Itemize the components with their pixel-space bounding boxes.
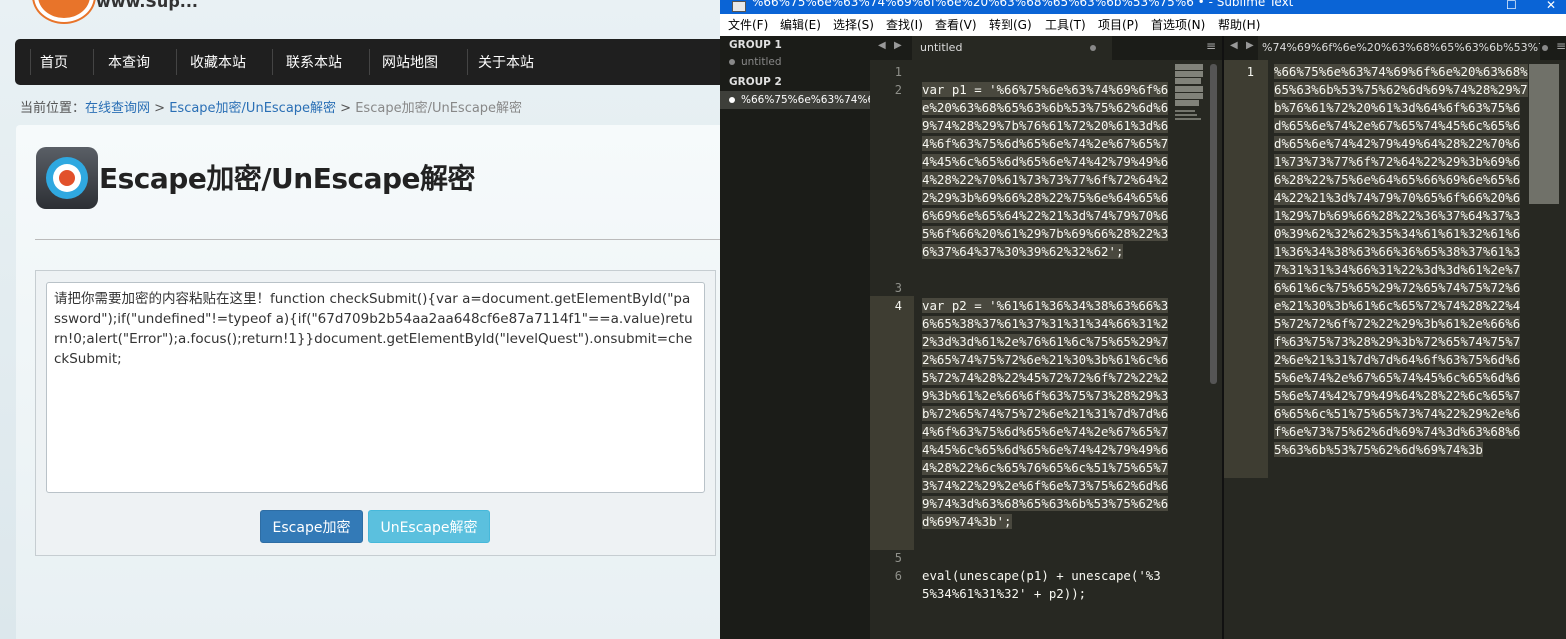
- vertical-scrollbar[interactable]: [1210, 64, 1217, 384]
- window-title: %66%75%6e%63%74%69%6f%6e%20%63%68%65%63%…: [752, 0, 1294, 9]
- menu-bar: 文件(F) 编辑(E) 选择(S) 查找(I) 查看(V) 转到(G) 工具(T…: [720, 14, 1566, 37]
- menu-view[interactable]: 查看(V): [935, 16, 977, 33]
- nav-item-contact[interactable]: 联系本站: [286, 39, 342, 85]
- menu-preferences[interactable]: 首选项(N): [1151, 16, 1205, 33]
- sidebar-file-escaped[interactable]: %66%75%6e%63%74%69: [729, 94, 881, 106]
- breadcrumb-current: Escape加密/UnEscape解密: [355, 101, 523, 116]
- menu-help[interactable]: 帮助(H): [1218, 16, 1260, 33]
- site-logo-text[interactable]: www.Sup...: [96, 0, 198, 11]
- nav-item-sitemap[interactable]: 网站地图: [382, 39, 438, 85]
- editor-pane-1[interactable]: 1 2 3 4 5 6 var p1 = '%66%75%6e%63%74%69…: [870, 60, 1222, 639]
- input-textarea[interactable]: 请把你需要加密的内容粘贴在这里！function checkSubmit(){v…: [46, 282, 705, 493]
- maximize-icon[interactable]: ☐: [1506, 0, 1517, 15]
- code-line-4: var p2 = '%61%61%36%34%38%63%66%36%65%38…: [922, 298, 1169, 529]
- tab-next-icon[interactable]: ▶: [894, 40, 902, 51]
- nav-separator: [176, 49, 177, 75]
- tabbar-group-2: ◀ ▶ %74%69%6f%6e%20%63%68%65%63%6b%53%75…: [1224, 36, 1566, 60]
- unsaved-dot-icon: [729, 59, 735, 65]
- escape-button[interactable]: Escape加密: [260, 510, 363, 543]
- page-title: Escape加密/UnEscape解密: [99, 162, 476, 195]
- nav-separator: [467, 49, 468, 75]
- unsaved-dot-icon: [1090, 45, 1096, 51]
- breadcrumb-sep: >: [150, 101, 170, 116]
- minimap[interactable]: [1529, 64, 1559, 204]
- nav-item-bookmark[interactable]: 收藏本站: [190, 39, 246, 85]
- nav-separator: [369, 49, 370, 75]
- breadcrumb: 当前位置：在线查询网 > Escape加密/UnEscape解密 > Escap…: [20, 97, 522, 116]
- tab-prev-icon[interactable]: ◀: [878, 40, 886, 51]
- tab-escaped[interactable]: %74%69%6f%6e%20%63%68%65%63%6b%53%75%6: [1258, 36, 1540, 60]
- unsaved-dot-icon: [1542, 45, 1548, 51]
- nav-separator: [30, 49, 31, 75]
- minimap[interactable]: [1175, 64, 1203, 124]
- nav-item-query[interactable]: 本查询: [108, 39, 150, 85]
- breadcrumb-section-link[interactable]: Escape加密/UnEscape解密: [169, 101, 336, 116]
- line-number: 1: [894, 65, 902, 79]
- main-nav: 首页 本查询 收藏本站 联系本站 网站地图 关于本站: [15, 39, 722, 85]
- tab-next-icon[interactable]: ▶: [1246, 40, 1254, 51]
- menu-goto[interactable]: 转到(G): [989, 16, 1032, 33]
- menu-edit[interactable]: 编辑(E): [780, 16, 821, 33]
- editor-pane-2[interactable]: 1 %66%75%6e%63%74%69%6f%6e%20%63%68%65%6…: [1224, 60, 1566, 639]
- line-number: 4: [894, 299, 902, 313]
- browser-page: www.Sup... 首页 本查询 收藏本站 联系本站 网站地图 关于本站 当前…: [0, 0, 722, 639]
- unsaved-dot-icon: [729, 97, 735, 103]
- tab-prev-icon[interactable]: ◀: [1230, 40, 1238, 51]
- nav-item-about[interactable]: 关于本站: [478, 39, 534, 85]
- current-line-gutter: [1224, 60, 1268, 478]
- tab-untitled[interactable]: untitled: [912, 36, 1112, 60]
- breadcrumb-prefix: 当前位置：: [20, 101, 86, 116]
- menu-selection[interactable]: 选择(S): [833, 16, 874, 33]
- app-icon: [732, 1, 746, 12]
- breadcrumb-sep: >: [336, 101, 356, 116]
- title-divider: [35, 239, 722, 240]
- line-number: 2: [894, 83, 902, 97]
- menu-tools[interactable]: 工具(T): [1045, 16, 1086, 33]
- sidebar-file-untitled[interactable]: untitled: [729, 56, 782, 68]
- line-number: 1: [1246, 65, 1254, 79]
- line-number: 5: [894, 551, 902, 565]
- tab-menu-icon[interactable]: ≡: [1206, 39, 1216, 53]
- close-icon[interactable]: ✕: [1546, 0, 1556, 15]
- nav-separator: [272, 49, 273, 75]
- menu-project[interactable]: 项目(P): [1098, 16, 1139, 33]
- sidebar-group-1: GROUP 1: [729, 39, 782, 51]
- sublime-window: %66%75%6e%63%74%69%6f%6e%20%63%68%65%63%…: [720, 0, 1566, 639]
- line-number: 6: [894, 569, 902, 583]
- breadcrumb-home-link[interactable]: 在线查询网: [85, 101, 150, 116]
- sidebar-group-2: GROUP 2: [729, 76, 782, 88]
- sidebar: GROUP 1 untitled GROUP 2 %66%75%6e%63%74…: [720, 36, 881, 639]
- code-line-1: %66%75%6e%63%74%69%6f%6e%20%63%68%65%63%…: [1274, 64, 1528, 457]
- tabbar-group-1: ◀ ▶ untitled ≡: [870, 36, 1222, 60]
- menu-file[interactable]: 文件(F): [728, 16, 768, 33]
- nav-separator: [93, 49, 94, 75]
- nav-item-home[interactable]: 首页: [40, 39, 68, 85]
- target-icon: [36, 147, 98, 209]
- code-line-6: eval(unescape(p1) + unescape('%35%34%61%…: [922, 568, 1161, 601]
- window-titlebar[interactable]: %66%75%6e%63%74%69%6f%6e%20%63%68%65%63%…: [720, 0, 1566, 14]
- unescape-button[interactable]: UnEscape解密: [368, 510, 490, 543]
- site-logo-icon[interactable]: [34, 0, 94, 22]
- line-number: 3: [894, 281, 902, 295]
- current-line-gutter: [870, 296, 914, 550]
- code-line-2: var p1 = '%66%75%6e%63%74%69%6f%6e%20%63…: [922, 82, 1169, 259]
- menu-find[interactable]: 查找(I): [886, 16, 923, 33]
- tab-menu-icon[interactable]: ≡: [1556, 39, 1566, 53]
